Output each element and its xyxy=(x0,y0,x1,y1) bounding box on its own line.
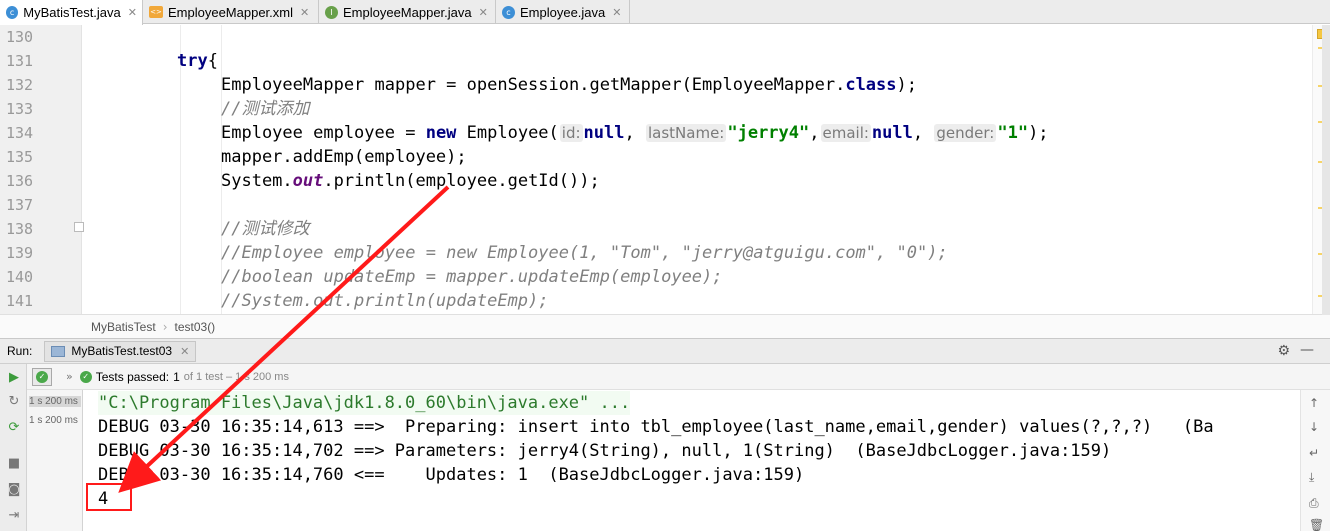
line-number-gutter: 130 131 132 133 134 135 136 137 138 139 … xyxy=(0,25,84,314)
code-comment: //Employee employee = new Employee(1, "T… xyxy=(221,243,948,263)
expand-icon[interactable]: » xyxy=(66,370,73,383)
console-line: "C:\Program Files\Java\jdk1.8.0_60\bin\j… xyxy=(98,391,631,415)
line-number: 141 xyxy=(6,292,34,310)
exit-icon[interactable]: ⇥ xyxy=(6,508,22,524)
code-line: mapper.addEmp(employee); xyxy=(221,147,467,167)
code-comment: //System.out.println(updateEmp); xyxy=(221,291,549,311)
right-tool-strip xyxy=(1322,25,1330,315)
tab-employee-java[interactable]: c Employee.java ✕ xyxy=(496,0,630,24)
editor-tab-bar: c MyBatisTest.java ✕ <> EmployeeMapper.x… xyxy=(0,0,1330,25)
code-line: try{ xyxy=(177,51,218,71)
arrow-down-icon[interactable]: ↓ xyxy=(1309,420,1319,434)
close-icon[interactable]: ✕ xyxy=(300,6,309,19)
toggle-auto-test-icon[interactable]: ⟳ xyxy=(6,420,22,436)
line-number: 133 xyxy=(6,100,34,118)
code-line: System.out.println(employee.getId()); xyxy=(221,171,600,191)
code-comment: //boolean updateEmp = mapper.updateEmp(e… xyxy=(221,267,723,287)
code-line: Employee employee = new Employee(id: null… xyxy=(221,123,1049,143)
tab-label: MyBatisTest.java xyxy=(23,5,121,20)
close-icon[interactable]: ✕ xyxy=(479,6,488,19)
code-area[interactable]: try{ EmployeeMapper mapper = openSession… xyxy=(82,25,1312,314)
line-number: 130 xyxy=(6,28,34,46)
line-number: 136 xyxy=(6,172,34,190)
run-label: Run: xyxy=(7,344,33,358)
test-tree-item[interactable]: 1 s 200 ms xyxy=(29,415,81,426)
test-status-row: ✓ » ✓ Tests passed: 1 of 1 test – 1 s 20… xyxy=(27,364,1330,390)
xml-icon: <> xyxy=(149,6,163,18)
line-number: 131 xyxy=(6,52,34,70)
tests-passed-detail: of 1 test – 1 s 200 ms xyxy=(183,370,289,383)
code-line: EmployeeMapper mapper = openSession.getM… xyxy=(221,75,917,95)
run-toolbar: ▶ ↻ ⟳ ■ ◙ ⇥ xyxy=(0,364,27,531)
line-number: 132 xyxy=(6,76,34,94)
run-panel: ▶ ↻ ⟳ ■ ◙ ⇥ ✓ » ✓ Tests passed: 1 of 1 t… xyxy=(0,364,1330,531)
code-editor[interactable]: 130 131 132 133 134 135 136 137 138 139 … xyxy=(0,25,1330,314)
rerun-failed-icon[interactable]: ↻ xyxy=(6,394,22,410)
console-line: DEBUG 03-30 16:35:14,760 <== Updates: 1 … xyxy=(98,465,805,485)
tests-passed-label: Tests passed: xyxy=(95,369,170,384)
close-icon[interactable]: ✕ xyxy=(128,6,137,19)
parameter-hint: gender: xyxy=(934,124,997,142)
class-icon: c xyxy=(502,5,515,19)
close-icon[interactable]: ✕ xyxy=(612,6,621,19)
tab-mybatistest-java[interactable]: c MyBatisTest.java ✕ xyxy=(0,0,143,25)
tab-label: Employee.java xyxy=(520,4,606,20)
scroll-to-end-icon[interactable]: ⤓ xyxy=(1309,470,1314,485)
gear-icon[interactable]: ⚙ xyxy=(1277,343,1290,359)
run-config-icon xyxy=(51,345,66,357)
check-icon: ✓ xyxy=(36,370,48,383)
test-tree[interactable]: 1 s 200 ms 1 s 200 ms xyxy=(27,390,83,531)
console-output[interactable]: "C:\Program Files\Java\jdk1.8.0_60\bin\j… xyxy=(84,390,1300,531)
annotation-highlight-box xyxy=(86,483,132,511)
console-side-toolbar: ↑ ↓ ↵ ⤓ ⎙ 🗑 xyxy=(1300,390,1330,531)
show-passed-toggle[interactable]: ✓ xyxy=(32,367,52,386)
parameter-hint: email: xyxy=(820,124,871,142)
minimize-icon[interactable]: — xyxy=(1300,342,1314,358)
breadcrumb-class[interactable]: MyBatisTest xyxy=(91,320,156,334)
line-number: 135 xyxy=(6,148,34,166)
tab-label: EmployeeMapper.java xyxy=(343,4,472,20)
arrow-up-icon[interactable]: ↑ xyxy=(1309,396,1319,410)
line-number: 139 xyxy=(6,244,34,262)
chevron-right-icon: › xyxy=(162,319,168,334)
class-icon: c xyxy=(6,6,19,19)
trash-icon[interactable]: 🗑 xyxy=(1309,518,1324,531)
close-icon[interactable]: ✕ xyxy=(180,345,189,358)
interface-icon: I xyxy=(325,5,338,19)
line-number: 134 xyxy=(6,124,34,142)
console-line: DEBUG 03-30 16:35:14,613 ==> Preparing: … xyxy=(98,417,1214,437)
line-number: 137 xyxy=(6,196,34,214)
run-config-label: MyBatisTest.test03 xyxy=(71,344,173,358)
soft-wrap-icon[interactable]: ↵ xyxy=(1309,446,1319,460)
stop-icon[interactable]: ■ xyxy=(6,456,22,472)
breadcrumb: MyBatisTest › test03() xyxy=(0,314,1330,338)
print-icon[interactable]: ⎙ xyxy=(1309,496,1319,511)
parameter-hint: lastName: xyxy=(645,124,727,142)
check-icon: ✓ xyxy=(79,370,92,383)
tab-label: EmployeeMapper.xml xyxy=(168,4,293,20)
run-tool-window-header: Run: MyBatisTest.test03 ✕ ⚙ — xyxy=(0,338,1330,364)
code-comment: //测试修改 xyxy=(221,219,310,239)
run-config-tab[interactable]: MyBatisTest.test03 ✕ xyxy=(44,340,197,362)
code-comment: //测试添加 xyxy=(221,99,310,119)
console-line: DEBUG 03-30 16:35:14,702 ==> Parameters:… xyxy=(98,441,1112,461)
tab-employeemapper-java[interactable]: I EmployeeMapper.java ✕ xyxy=(319,0,496,24)
parameter-hint: id: xyxy=(559,124,583,142)
test-tree-item[interactable]: 1 s 200 ms xyxy=(29,396,81,407)
breadcrumb-method[interactable]: test03() xyxy=(175,320,216,334)
screenshot-icon[interactable]: ◙ xyxy=(6,482,22,498)
tab-employeemapper-xml[interactable]: <> EmployeeMapper.xml ✕ xyxy=(143,0,319,24)
tests-passed-count: 1 xyxy=(173,369,180,384)
rerun-icon[interactable]: ▶ xyxy=(6,370,22,386)
line-number: 138 xyxy=(6,220,34,238)
line-number: 140 xyxy=(6,268,34,286)
